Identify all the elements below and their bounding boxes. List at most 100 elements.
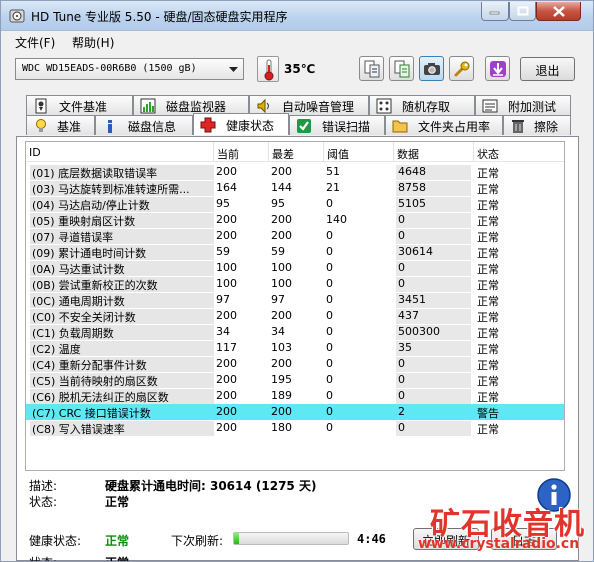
cell-threshold: 0 xyxy=(326,373,333,386)
screenshot-button[interactable] xyxy=(419,56,444,81)
cell-worst: 59 xyxy=(271,245,285,258)
cell-worst: 100 xyxy=(271,261,292,274)
table-row[interactable]: (C0) 不安全关闭计数 200 200 0 437 正常 xyxy=(26,308,564,324)
tab-label: 擦除 xyxy=(534,120,559,134)
cell-id: (09) 累计通电时间计数 xyxy=(30,245,214,260)
temperature-value: 35℃ xyxy=(284,62,316,76)
table-row[interactable]: (07) 寻道错误率 200 200 0 0 正常 xyxy=(26,228,564,244)
health-value: 正常 xyxy=(105,534,130,548)
cell-id: (0B) 尝试重新校正的次数 xyxy=(30,277,214,292)
drive-select[interactable]: WDC WD15EADS-00R6B0 (1500 gB) xyxy=(15,58,244,80)
table-row[interactable]: (01) 底层数据读取错误率 200 200 51 4648 正常 xyxy=(26,164,564,180)
table-row[interactable]: (C7) CRC 接口错误计数 200 200 0 2 警告 xyxy=(26,404,564,420)
table-row[interactable]: (05) 重映射扇区计数 200 200 140 0 正常 xyxy=(26,212,564,228)
table-row[interactable]: (04) 马达启动/停止计数 95 95 0 5105 正常 xyxy=(26,196,564,212)
copy-icon xyxy=(364,60,380,78)
tab-extra-tests[interactable]: 附加测试 xyxy=(475,95,571,115)
temperature-button[interactable] xyxy=(257,56,279,82)
cell-data: 0 xyxy=(396,373,471,388)
menu-file[interactable]: 文件(F) xyxy=(15,34,55,51)
tab-disk-monitor[interactable]: 磁盘监视器 xyxy=(133,95,249,115)
cell-threshold: 0 xyxy=(326,309,333,322)
cell-current: 164 xyxy=(216,181,237,194)
cell-current: 200 xyxy=(216,165,237,178)
tab-aam[interactable]: 自动噪音管理 xyxy=(249,95,369,115)
tab-folder-usage[interactable]: 文件夹占用率 xyxy=(385,115,503,135)
cell-data: 3451 xyxy=(396,293,471,308)
cell-threshold: 0 xyxy=(326,325,333,338)
table-row[interactable]: (0A) 马达重试计数 100 100 0 0 正常 xyxy=(26,260,564,276)
table-row[interactable]: (03) 马达旋转到标准转速所需... 164 144 21 8758 正常 xyxy=(26,180,564,196)
cell-data: 0 xyxy=(396,213,471,228)
description-label: 描述: xyxy=(29,479,58,493)
cell-current: 200 xyxy=(216,373,237,386)
copy-all-button[interactable] xyxy=(389,56,414,81)
column-header-data[interactable]: 数据 xyxy=(394,142,474,162)
cell-status: 正常 xyxy=(477,375,499,388)
cell-status: 正常 xyxy=(477,311,499,324)
speaker-icon xyxy=(257,98,269,114)
column-header-threshold[interactable]: 阈值 xyxy=(324,142,394,162)
tab-health[interactable]: 健康状态 xyxy=(193,113,289,135)
table-row[interactable]: (C5) 当前待映射的扇区数 200 195 0 0 正常 xyxy=(26,372,564,388)
table-row[interactable]: (09) 累计通电时间计数 59 59 0 30614 正常 xyxy=(26,244,564,260)
table-row[interactable]: (0B) 尝试重新校正的次数 100 100 0 0 正常 xyxy=(26,276,564,292)
column-header-status[interactable]: 状态 xyxy=(474,142,564,162)
cell-worst: 103 xyxy=(271,341,292,354)
table-row[interactable]: (C2) 温度 117 103 0 35 正常 xyxy=(26,340,564,356)
cell-id: (C4) 重新分配事件计数 xyxy=(30,357,214,372)
cell-current: 200 xyxy=(216,405,237,418)
cell-status: 正常 xyxy=(477,167,499,180)
cell-threshold: 0 xyxy=(326,389,333,402)
cell-current: 200 xyxy=(216,229,237,242)
column-header-worst[interactable]: 最差 xyxy=(269,142,324,162)
tab-erase[interactable]: 擦除 xyxy=(503,115,571,135)
close-button[interactable] xyxy=(536,2,581,21)
tab-error-scan[interactable]: 错误扫描 xyxy=(289,115,385,135)
tab-random-access[interactable]: 随机存取 xyxy=(369,95,475,115)
cell-id: (C1) 负载周期数 xyxy=(30,325,214,340)
copy-text-button[interactable] xyxy=(359,56,384,81)
cell-worst: 180 xyxy=(271,421,292,434)
tab-label: 健康状态 xyxy=(226,119,275,133)
menu-help[interactable]: 帮助(H) xyxy=(72,34,114,51)
exit-button[interactable]: 退出 xyxy=(520,57,575,81)
health-cross-icon xyxy=(200,117,216,133)
download-arrow-icon xyxy=(490,61,506,77)
column-header-id[interactable]: ID xyxy=(26,142,214,162)
refresh-progress-bar xyxy=(233,532,349,545)
save-button[interactable] xyxy=(485,56,510,81)
status-label: 状态: xyxy=(29,495,58,509)
cell-data: 0 xyxy=(396,229,471,244)
cell-data: 8758 xyxy=(396,181,471,196)
toolbar: WDC WD15EADS-00R6B0 (1500 gB) 35℃ 退出 xyxy=(1,53,593,89)
cell-data: 35 xyxy=(396,341,471,356)
table-row[interactable]: (C8) 写入错误速率 200 180 0 0 正常 xyxy=(26,420,564,436)
cell-threshold: 140 xyxy=(326,213,347,226)
lightbulb-icon xyxy=(36,119,46,132)
tab-disk-info[interactable]: 磁盘信息 xyxy=(95,115,193,135)
smart-table[interactable]: ID 当前 最差 阈值 数据 状态 (01) 底层数据读取错误率 200 200 51… xyxy=(25,141,565,471)
table-row[interactable]: (C6) 脱机无法纠正的扇区数 200 189 0 0 正常 xyxy=(26,388,564,404)
table-row[interactable]: (0C) 通电周期计数 97 97 0 3451 正常 xyxy=(26,292,564,308)
cell-data: 437 xyxy=(396,309,471,324)
cell-id: (C2) 温度 xyxy=(30,341,214,356)
options-button[interactable] xyxy=(449,56,474,81)
minimize-button[interactable] xyxy=(481,2,509,21)
table-row[interactable]: (C4) 重新分配事件计数 200 200 0 0 正常 xyxy=(26,356,564,372)
tab-file-benchmark[interactable]: 文件基准 xyxy=(26,95,133,115)
cell-data: 5105 xyxy=(396,197,471,212)
cell-status: 警告 xyxy=(477,407,499,420)
tab-benchmark[interactable]: 基准 xyxy=(26,115,95,135)
cell-worst: 200 xyxy=(271,165,292,178)
maximize-button[interactable] xyxy=(509,2,536,21)
menu-bar: 文件(F) 帮助(H) xyxy=(1,31,593,51)
cell-id: (C6) 脱机无法纠正的扇区数 xyxy=(30,389,214,404)
title-bar[interactable]: HD Tune 专业版 5.50 - 硬盘/固态硬盘实用程序 xyxy=(1,1,593,31)
column-header-current[interactable]: 当前 xyxy=(214,142,269,162)
thermometer-icon xyxy=(264,59,274,81)
cell-worst: 97 xyxy=(271,293,285,306)
wrench-icon xyxy=(454,61,470,77)
table-row[interactable]: (C1) 负载周期数 34 34 0 500300 正常 xyxy=(26,324,564,340)
cell-worst: 100 xyxy=(271,277,292,290)
